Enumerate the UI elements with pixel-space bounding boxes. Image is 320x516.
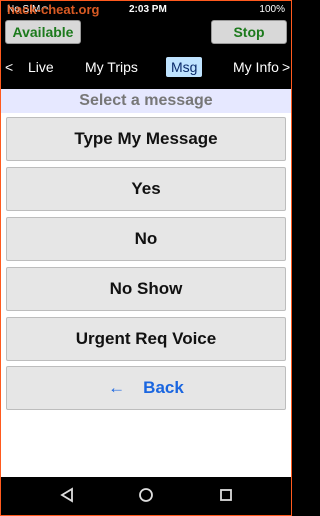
back-triangle-icon[interactable] (59, 487, 75, 503)
back-arrow-icon: ← (108, 378, 126, 397)
tab-scroll-left[interactable]: < (5, 59, 13, 75)
battery-label: 100% (259, 4, 285, 15)
home-circle-icon[interactable] (138, 487, 154, 503)
panel-heading: Select a message (1, 89, 291, 113)
top-buttons: Available Stop (1, 18, 291, 45)
urgent-req-voice-button[interactable]: Urgent Req Voice (6, 317, 286, 361)
yes-button[interactable]: Yes (6, 167, 286, 211)
watermark: hack-cheat.org (7, 2, 100, 17)
tab-bar: < Live My Trips Msg My Info > (1, 54, 291, 81)
app-frame: No SIM ◠ hack-cheat.org 2:03 PM 100% Ava… (0, 0, 292, 516)
tab-my-info[interactable]: My Info (233, 59, 279, 75)
status-bar: No SIM ◠ hack-cheat.org 2:03 PM 100% (1, 1, 291, 18)
tab-my-trips[interactable]: My Trips (85, 59, 138, 75)
tab-live[interactable]: Live (28, 59, 54, 75)
back-label: Back (143, 378, 184, 397)
stop-button[interactable]: Stop (211, 20, 287, 44)
back-button[interactable]: ← Back (6, 366, 286, 410)
tab-scroll-right[interactable]: > (282, 59, 290, 75)
no-button[interactable]: No (6, 217, 286, 261)
tab-msg[interactable]: Msg (166, 57, 203, 77)
message-panel: Select a message Type My Message Yes No … (1, 89, 291, 477)
available-button[interactable]: Available (5, 20, 81, 44)
android-nav-bar (1, 477, 291, 515)
no-show-button[interactable]: No Show (6, 267, 286, 311)
type-my-message-button[interactable]: Type My Message (6, 117, 286, 161)
recent-square-icon[interactable] (218, 487, 234, 503)
clock: 2:03 PM (129, 4, 167, 15)
